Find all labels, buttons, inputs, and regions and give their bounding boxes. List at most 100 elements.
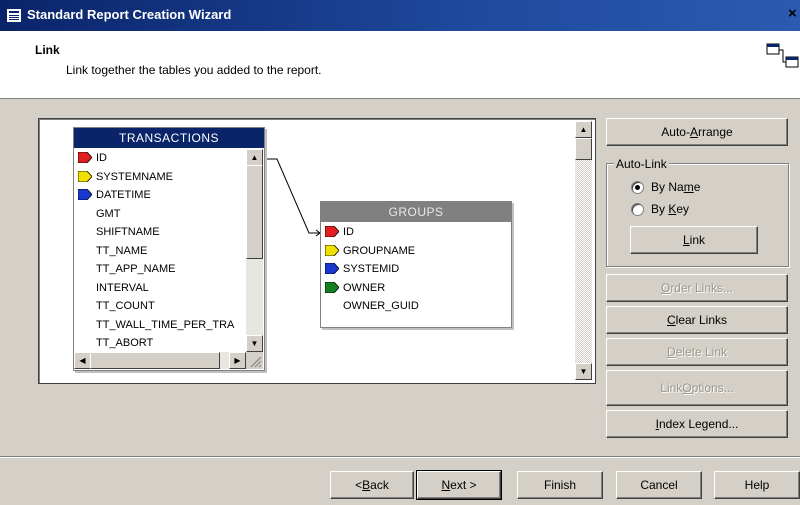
clear-links-mnemonic: C (666, 313, 676, 327)
link-label: ink (689, 233, 706, 247)
transactions-field-list[interactable]: ID SYSTEMNAME DATETIME GMT SHIFTNAME TT_NAME T… (74, 149, 246, 354)
back-mnemonic: B (362, 478, 371, 492)
field-row[interactable]: INTERVAL (74, 279, 246, 297)
field-name: GROUPNAME (343, 244, 416, 257)
order-links-label: rder Links... (670, 281, 734, 295)
field-row[interactable]: SHIFTNAME (74, 223, 246, 241)
step-title: Link (35, 43, 60, 57)
index-legend-label: ndex Legend... (658, 417, 739, 431)
index-key-icon (325, 281, 339, 293)
field-row[interactable]: ID (74, 149, 246, 167)
finish-button[interactable]: Finish (517, 471, 603, 499)
back-button[interactable]: < Back (330, 471, 414, 499)
link-options-label: Link (660, 381, 683, 395)
field-row[interactable]: GMT (74, 205, 246, 223)
auto-arrange-mnemonic: A (689, 125, 698, 139)
field-row[interactable]: GROUPNAME (321, 242, 511, 260)
field-name: TT_NAME (96, 244, 148, 257)
by-name-label[interactable]: By Name (651, 180, 700, 194)
scroll-down-icon[interactable]: ▼ (246, 335, 263, 352)
field-row[interactable]: SYSTEMNAME (74, 168, 246, 186)
index-key-icon (78, 152, 92, 163)
field-name: TT_COUNT (96, 300, 155, 312)
scroll-thumb[interactable] (246, 165, 263, 259)
field-row[interactable]: TT_WALL_TIME_PER_TRA (74, 316, 246, 334)
transactions-hscroll[interactable]: ◀ ▶ (74, 352, 246, 369)
delete-link-mnemonic: D (666, 345, 676, 359)
next-button[interactable]: Next > (416, 470, 502, 500)
field-name: TT_APP_NAME (96, 263, 176, 275)
field-name: TT_ABORT (96, 337, 154, 349)
field-row[interactable]: TT_NAME (74, 242, 246, 260)
transactions-table[interactable]: TRANSACTIONS ID SYSTEMNAME DATETIME GMT SHIF… (73, 127, 265, 371)
field-row[interactable]: TT_COUNT (74, 297, 246, 315)
step-description: Link together the tables you added to th… (66, 63, 322, 77)
next-mnemonic: N (441, 478, 451, 492)
resize-grip-icon[interactable] (246, 352, 263, 369)
field-row[interactable]: DATETIME (74, 186, 246, 204)
field-row[interactable]: TT_ABORT (74, 334, 246, 352)
footer-divider-highlight (0, 457, 800, 458)
link-button[interactable]: Link (630, 226, 758, 254)
window-icon (6, 8, 22, 23)
scroll-left-icon[interactable]: ◀ (74, 352, 91, 369)
link-options-mnemonic: O (682, 381, 692, 395)
auto-arrange-button[interactable]: Auto- Arrange (606, 118, 788, 146)
cancel-button[interactable]: Cancel (616, 471, 702, 499)
by-key-radio[interactable] (631, 203, 644, 216)
by-name-mnemonic: m (683, 180, 694, 194)
delete-link-button[interactable]: Delete Link (606, 338, 788, 366)
index-key-icon (325, 226, 339, 237)
window-title: Standard Report Creation Wizard (27, 7, 232, 22)
field-name: GMT (96, 207, 121, 220)
field-row[interactable]: OWNER (321, 279, 511, 297)
hscroll-thumb[interactable] (90, 352, 220, 369)
groups-field-list[interactable]: ID GROUPNAME SYSTEMID OWNER OWNER_GUID (321, 223, 511, 323)
auto-link-legend: Auto-Link (614, 157, 669, 171)
groups-table[interactable]: GROUPS ID GROUPNAME SYSTEMID OWNER OWNER_GUI… (320, 201, 512, 328)
link-canvas[interactable]: TRANSACTIONS ID SYSTEMNAME DATETIME GMT SHIF… (38, 118, 596, 384)
canvas-vscroll[interactable]: ▲ ▼ (575, 121, 592, 380)
by-key-text: By (651, 202, 669, 216)
index-key-icon (325, 244, 339, 256)
link-tables-icon (766, 43, 799, 68)
field-name: SYSTEMNAME (96, 170, 174, 183)
help-button[interactable]: Help (714, 471, 800, 499)
scroll-up-icon[interactable]: ▲ (246, 149, 263, 166)
close-icon[interactable]: × (788, 5, 797, 22)
delete-link-label: elete Link (675, 345, 728, 359)
wizard-header: Link Link together the tables you added … (0, 31, 800, 99)
link-options-button[interactable]: Link Options... (606, 370, 788, 406)
field-name: INTERVAL (96, 281, 149, 294)
order-links-button[interactable]: Order Links... (606, 274, 788, 302)
field-name: ID (343, 226, 354, 238)
field-row[interactable]: TT_APP_NAME (74, 260, 246, 278)
scroll-right-icon[interactable]: ▶ (229, 352, 246, 369)
field-row[interactable]: SYSTEMID (321, 260, 511, 278)
auto-arrange-label-rest: rrange (698, 125, 733, 139)
field-name: OWNER_GUID (343, 300, 419, 312)
scroll-up-icon[interactable]: ▲ (575, 121, 592, 138)
next-label: ext > (450, 478, 477, 492)
link-options-label-rest: ptions... (691, 381, 734, 395)
field-name: TT_WALL_TIME_PER_TRA (96, 318, 235, 331)
clear-links-label: lear Links (675, 313, 728, 327)
by-name-radio[interactable] (631, 181, 644, 194)
back-label-rest: ack (370, 478, 389, 492)
field-name: SYSTEMID (343, 263, 400, 275)
auto-arrange-label: Auto- (661, 125, 690, 139)
transactions-vscroll[interactable]: ▲ ▼ (246, 149, 263, 352)
scroll-down-icon[interactable]: ▼ (575, 363, 592, 380)
clear-links-button[interactable]: Clear Links (606, 306, 788, 334)
transactions-table-title[interactable]: TRANSACTIONS (74, 128, 264, 148)
field-row[interactable]: ID (321, 223, 511, 241)
field-row[interactable]: OWNER_GUID (321, 297, 511, 315)
field-name: OWNER (343, 281, 386, 294)
by-key-text-rest: ey (676, 202, 690, 216)
groups-table-title[interactable]: GROUPS (321, 202, 511, 222)
by-name-text-rest: e (693, 180, 701, 194)
field-name: SHIFTNAME (96, 226, 160, 238)
index-legend-button[interactable]: Index Legend... (606, 410, 788, 438)
canvas-scroll-thumb[interactable] (575, 138, 592, 160)
by-key-label[interactable]: By Key (651, 202, 689, 216)
